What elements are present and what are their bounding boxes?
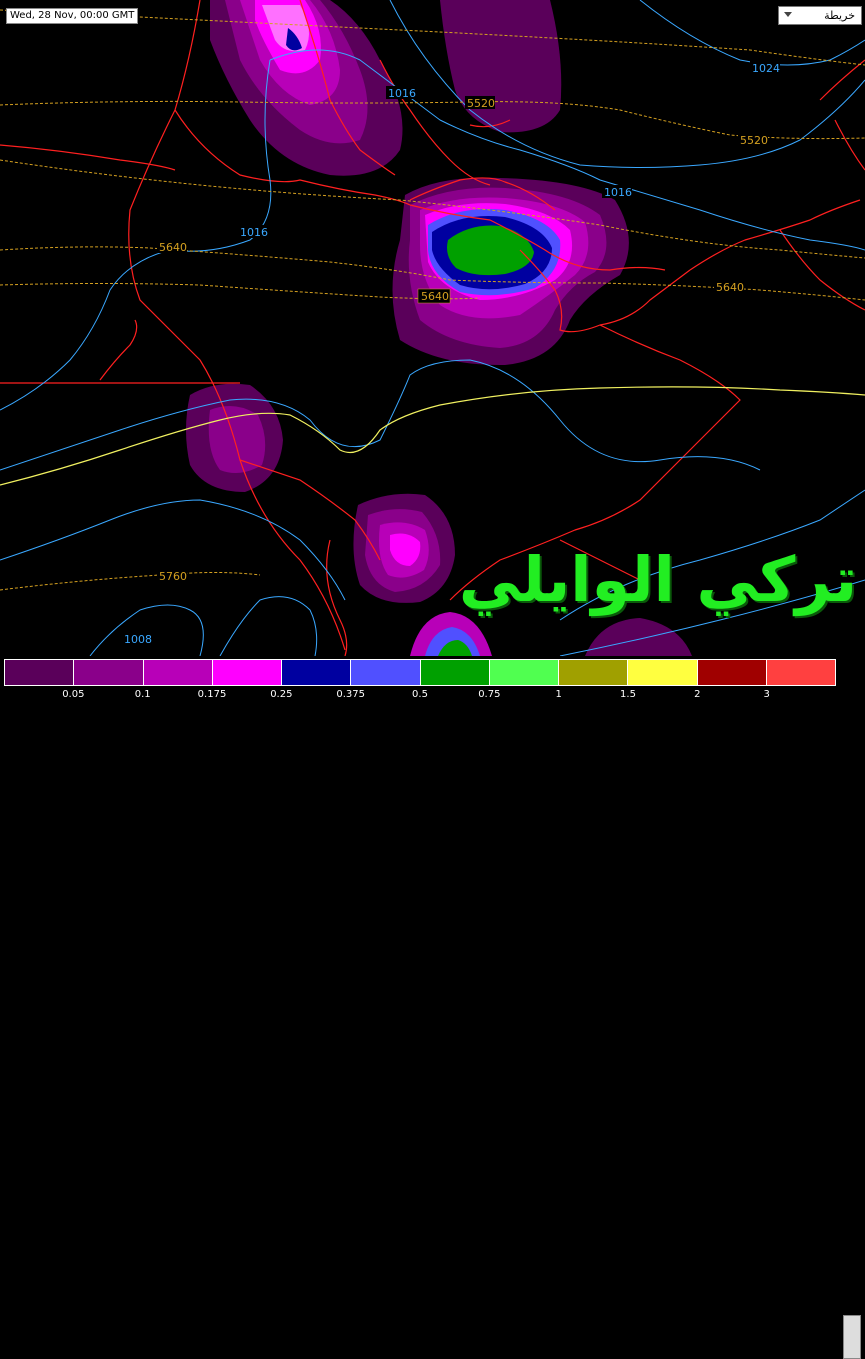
legend-label: 0.5 — [412, 689, 428, 700]
legend-label: 0.05 — [62, 689, 85, 700]
height-label: 5640 — [159, 241, 187, 254]
watermark-signature: تركي الوايلي — [458, 543, 858, 616]
legend-color-bar — [4, 659, 836, 686]
height-label: 5520 — [467, 97, 495, 110]
legend-swatch — [628, 660, 698, 685]
isobar-label: 1016 — [240, 226, 268, 239]
legend-swatch — [212, 660, 282, 685]
legend-label: 1.5 — [620, 689, 636, 700]
map-layer-selected: خريطة — [824, 9, 855, 22]
legend-label: 1 — [555, 689, 562, 700]
legend-swatch — [74, 660, 144, 685]
legend-label: 0.75 — [478, 689, 501, 700]
chevron-down-icon — [784, 12, 792, 17]
isobar-label: 1016 — [604, 186, 632, 199]
legend-label: 0.1 — [134, 689, 151, 700]
legend-swatch — [697, 660, 767, 685]
precipitation-legend: 0.05 0.1 0.175 0.25 0.375 0.5 0.75 1 1.5 2 3 — [0, 656, 865, 1359]
height-label: 5520 — [740, 134, 768, 147]
legend-label: 2 — [694, 689, 701, 700]
legend-label: 0.175 — [197, 689, 227, 700]
legend-swatch — [5, 660, 75, 685]
legend-label: 0.25 — [270, 689, 293, 700]
isobar-label: 1016 — [388, 87, 416, 100]
height-label: 5640 — [421, 290, 449, 303]
legend-swatch — [489, 660, 559, 685]
isobar-label: 1008 — [124, 633, 152, 646]
legend-swatch — [143, 660, 213, 685]
isobar-label: 1024 — [752, 62, 780, 75]
legend-swatch — [351, 660, 421, 685]
map-layer-dropdown[interactable]: خريطة — [778, 6, 862, 25]
legend-swatch — [282, 660, 352, 685]
height-label: 5640 — [716, 281, 744, 294]
height-label: 5760 — [159, 570, 187, 583]
legend-swatch — [420, 660, 490, 685]
legend-label: 3 — [763, 689, 770, 700]
legend-swatch — [766, 660, 835, 685]
forecast-timestamp: Wed, 28 Nov, 00:00 GMT — [6, 8, 139, 24]
legend-swatch — [559, 660, 629, 685]
scrollbar-handle[interactable] — [843, 1315, 861, 1359]
legend-label: 0.375 — [336, 689, 365, 700]
